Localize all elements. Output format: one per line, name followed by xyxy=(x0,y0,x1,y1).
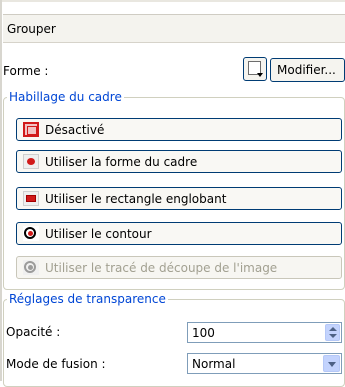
frame-disabled-icon xyxy=(23,122,39,137)
transparence-legend: Réglages de transparence xyxy=(9,292,166,306)
opacity-label: Opacité : xyxy=(6,325,61,339)
blend-mode-value: Normal xyxy=(192,357,236,371)
top-edge xyxy=(0,0,345,2)
section-header[interactable]: Grouper xyxy=(3,14,345,43)
forme-label: Forme : xyxy=(3,64,49,78)
option-contour-button[interactable]: Utiliser le contour xyxy=(16,222,342,245)
opacity-stepper[interactable]: 100 xyxy=(187,322,342,343)
option-label: Utiliser la forme du cadre xyxy=(45,155,198,169)
shape-picker-button[interactable] xyxy=(243,57,267,81)
bounding-rect-icon xyxy=(23,191,39,206)
contour-icon xyxy=(23,226,39,241)
option-label: Utiliser le rectangle englobant xyxy=(45,192,227,206)
spin-up-icon[interactable] xyxy=(329,327,337,331)
option-rectangle-englobant-button[interactable]: Utiliser le rectangle englobant xyxy=(16,187,342,210)
opacity-value: 100 xyxy=(192,326,215,340)
modify-button[interactable]: Modifier... xyxy=(270,58,345,82)
habillage-legend: Habillage du cadre xyxy=(9,90,122,104)
left-edge xyxy=(0,0,2,381)
blend-mode-select[interactable]: Normal xyxy=(187,353,342,374)
option-trace-decoupe-button: Utiliser le tracé de découpe de l'image xyxy=(16,256,342,279)
spin-down-icon[interactable] xyxy=(329,334,337,338)
spin-buttons[interactable] xyxy=(325,324,340,341)
section-title: Grouper xyxy=(7,22,56,36)
option-label: Utiliser le tracé de découpe de l'image xyxy=(45,261,278,275)
blend-mode-label: Mode de fusion : xyxy=(6,357,106,371)
option-forme-cadre-button[interactable]: Utiliser la forme du cadre xyxy=(16,150,342,173)
chevron-down-icon xyxy=(328,362,336,367)
dropdown-arrow-icon xyxy=(257,73,263,77)
select-dropdown-button[interactable] xyxy=(323,355,340,372)
clip-path-icon xyxy=(23,260,39,275)
modify-button-label: Modifier... xyxy=(277,63,336,77)
option-desactive-button[interactable]: Désactivé xyxy=(16,118,342,141)
frame-shape-icon xyxy=(23,154,39,169)
option-label: Désactivé xyxy=(45,123,105,137)
option-label: Utiliser le contour xyxy=(45,227,152,241)
